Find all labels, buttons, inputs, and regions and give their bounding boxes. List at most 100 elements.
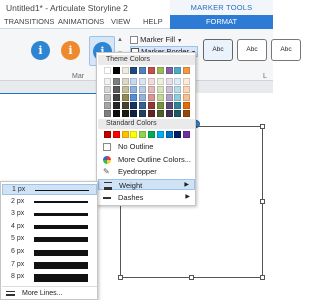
- theme-color-swatch[interactable]: [112, 67, 120, 74]
- theme-color-swatch[interactable]: [156, 110, 164, 117]
- tab-view[interactable]: VIEW: [111, 17, 130, 26]
- theme-color-swatch[interactable]: [130, 110, 138, 117]
- theme-color-swatch[interactable]: [174, 110, 182, 117]
- theme-color-swatch[interactable]: [165, 78, 173, 85]
- marker-style-1-button[interactable]: i: [28, 36, 54, 66]
- theme-color-swatch[interactable]: [156, 102, 164, 109]
- theme-color-swatch[interactable]: [165, 102, 173, 109]
- theme-color-swatch[interactable]: [174, 86, 182, 93]
- theme-color-swatch[interactable]: [156, 78, 164, 85]
- theme-color-swatch[interactable]: [112, 94, 120, 101]
- theme-color-swatch[interactable]: [121, 67, 129, 74]
- theme-color-swatch[interactable]: [174, 67, 182, 74]
- theme-color-swatch[interactable]: [156, 94, 164, 101]
- theme-color-swatch[interactable]: [174, 78, 182, 85]
- weight-option[interactable]: 6 px: [2, 247, 97, 258]
- eyedropper-item[interactable]: ✎ Eyedropper: [98, 166, 195, 177]
- resize-handle[interactable]: [189, 275, 194, 280]
- theme-color-swatch[interactable]: [165, 110, 173, 117]
- theme-color-swatch[interactable]: [148, 86, 155, 93]
- theme-color-swatch[interactable]: [139, 102, 147, 109]
- callout-style-1[interactable]: Abc: [203, 39, 233, 61]
- theme-color-swatch[interactable]: [156, 67, 164, 74]
- theme-color-swatch[interactable]: [130, 102, 138, 109]
- theme-color-swatch[interactable]: [130, 94, 138, 101]
- callout-style-2[interactable]: Abc: [237, 39, 267, 61]
- theme-color-swatch[interactable]: [165, 67, 173, 74]
- tab-help[interactable]: HELP: [143, 17, 163, 26]
- theme-color-swatch[interactable]: [121, 78, 129, 85]
- theme-color-swatch[interactable]: [139, 78, 147, 85]
- tab-transitions[interactable]: TRANSITIONS: [4, 17, 54, 26]
- theme-color-swatch[interactable]: [121, 102, 129, 109]
- theme-color-swatch[interactable]: [112, 86, 120, 93]
- theme-color-swatch[interactable]: [165, 86, 173, 93]
- marker-fill-button[interactable]: Marker Fill ▼: [130, 35, 196, 46]
- weight-option[interactable]: 2 px: [2, 197, 97, 208]
- weight-option[interactable]: 1 px: [2, 184, 97, 195]
- theme-color-swatch[interactable]: [156, 86, 164, 93]
- theme-color-swatch[interactable]: [139, 94, 147, 101]
- standard-color-swatch[interactable]: [148, 131, 155, 138]
- standard-color-swatch[interactable]: [156, 131, 164, 138]
- theme-color-swatch[interactable]: [121, 94, 129, 101]
- standard-color-swatch[interactable]: [139, 131, 147, 138]
- theme-color-swatch[interactable]: [104, 78, 111, 85]
- theme-color-swatch[interactable]: [130, 67, 138, 74]
- resize-handle[interactable]: [260, 275, 265, 280]
- theme-color-swatch[interactable]: [112, 78, 120, 85]
- theme-color-swatch[interactable]: [139, 86, 147, 93]
- theme-color-swatch[interactable]: [130, 78, 138, 85]
- standard-color-swatch[interactable]: [174, 131, 182, 138]
- theme-color-swatch[interactable]: [183, 102, 191, 109]
- theme-color-swatch[interactable]: [121, 110, 129, 117]
- theme-color-swatch[interactable]: [183, 86, 191, 93]
- callout-style-3[interactable]: Abc: [271, 39, 301, 61]
- standard-color-swatch[interactable]: [130, 131, 138, 138]
- theme-color-swatch[interactable]: [148, 102, 155, 109]
- resize-handle[interactable]: [260, 124, 265, 129]
- tab-format[interactable]: FORMAT: [170, 15, 273, 29]
- theme-color-swatch[interactable]: [104, 102, 111, 109]
- more-outline-colors-item[interactable]: More Outline Colors...: [98, 154, 195, 165]
- dashes-item[interactable]: Dashes ▶: [98, 192, 195, 203]
- standard-color-swatch[interactable]: [183, 131, 191, 138]
- standard-color-swatch[interactable]: [104, 131, 111, 138]
- resize-handle[interactable]: [260, 199, 265, 204]
- tab-animations[interactable]: ANIMATIONS: [58, 17, 104, 26]
- theme-color-swatch[interactable]: [165, 94, 173, 101]
- weight-option[interactable]: 8 px: [2, 272, 97, 283]
- theme-color-swatch[interactable]: [104, 94, 111, 101]
- resize-handle[interactable]: [118, 275, 123, 280]
- theme-color-swatch[interactable]: [104, 67, 111, 74]
- theme-color-swatch[interactable]: [148, 94, 155, 101]
- theme-color-swatch[interactable]: [148, 67, 155, 74]
- weight-option[interactable]: 5 px: [2, 234, 97, 245]
- weight-option[interactable]: 3 px: [2, 209, 97, 220]
- theme-color-swatch[interactable]: [148, 110, 155, 117]
- theme-color-swatch[interactable]: [183, 78, 191, 85]
- standard-color-swatch[interactable]: [121, 131, 129, 138]
- theme-color-swatch[interactable]: [139, 67, 147, 74]
- theme-color-swatch[interactable]: [174, 94, 182, 101]
- scroll-up-icon[interactable]: ▲: [117, 37, 123, 43]
- standard-color-swatch[interactable]: [165, 131, 173, 138]
- weight-option[interactable]: 7 px: [2, 260, 97, 271]
- no-outline-item[interactable]: No Outline: [98, 141, 195, 152]
- more-lines-item[interactable]: More Lines...: [2, 288, 97, 299]
- marker-style-2-button[interactable]: i: [58, 36, 84, 66]
- theme-color-swatch[interactable]: [183, 94, 191, 101]
- theme-color-swatch[interactable]: [148, 78, 155, 85]
- theme-color-swatch[interactable]: [104, 86, 111, 93]
- theme-color-swatch[interactable]: [183, 67, 191, 74]
- theme-color-swatch[interactable]: [112, 110, 120, 117]
- theme-color-swatch[interactable]: [130, 86, 138, 93]
- theme-color-swatch[interactable]: [104, 110, 111, 117]
- standard-color-swatch[interactable]: [112, 131, 120, 138]
- weight-item[interactable]: Weight ▶: [98, 179, 195, 190]
- theme-color-swatch[interactable]: [139, 110, 147, 117]
- theme-color-swatch[interactable]: [183, 110, 191, 117]
- theme-color-swatch[interactable]: [121, 86, 129, 93]
- theme-color-swatch[interactable]: [174, 102, 182, 109]
- theme-color-swatch[interactable]: [112, 102, 120, 109]
